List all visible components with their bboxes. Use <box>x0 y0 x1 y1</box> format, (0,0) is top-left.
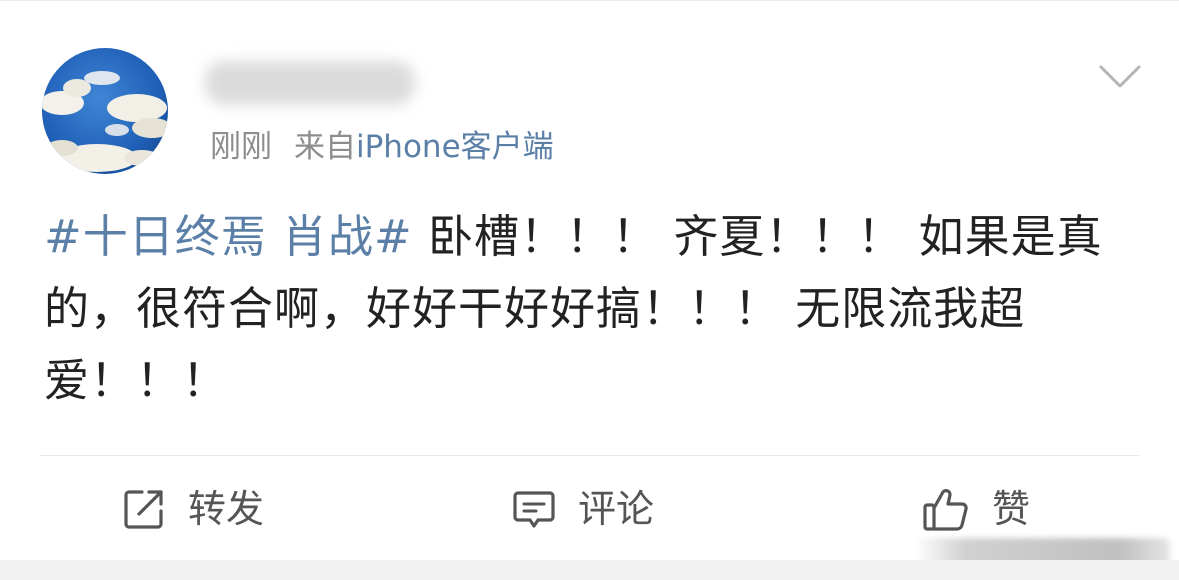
avatar-sky-image <box>42 48 168 174</box>
post-meta: 刚刚 来自iPhone客户端 <box>210 125 554 169</box>
weibo-post-card: 刚刚 来自iPhone客户端 #十日终焉 肖战# 卧槽！！！ 齐夏！！！ 如果是真… <box>0 0 1179 566</box>
comment-label: 评论 <box>578 487 655 531</box>
comment-button[interactable]: 评论 <box>512 481 654 537</box>
repost-label: 转发 <box>188 487 265 531</box>
avatar[interactable] <box>42 48 168 174</box>
topic-link[interactable]: #十日终焉 肖战# <box>44 210 413 263</box>
divider <box>40 455 1139 456</box>
share-edit-icon <box>124 490 163 529</box>
username-blurred[interactable] <box>205 61 415 105</box>
repost-button[interactable]: 转发 <box>122 481 264 537</box>
comment-bubble-icon <box>513 491 555 528</box>
source-prefix: 来自 <box>294 129 356 165</box>
post-time: 刚刚 <box>210 129 272 165</box>
source-client[interactable]: iPhone客户端 <box>356 129 554 165</box>
chevron-down-icon[interactable] <box>1098 59 1142 93</box>
feed-separator <box>0 560 1179 580</box>
thumbs-up-icon <box>923 489 968 531</box>
like-button[interactable]: 赞 <box>922 481 1030 537</box>
like-label: 赞 <box>992 487 1031 531</box>
post-content: #十日终焉 肖战# 卧槽！！！ 齐夏！！！ 如果是真的，很符合啊，好好干好好搞！… <box>44 201 1139 417</box>
